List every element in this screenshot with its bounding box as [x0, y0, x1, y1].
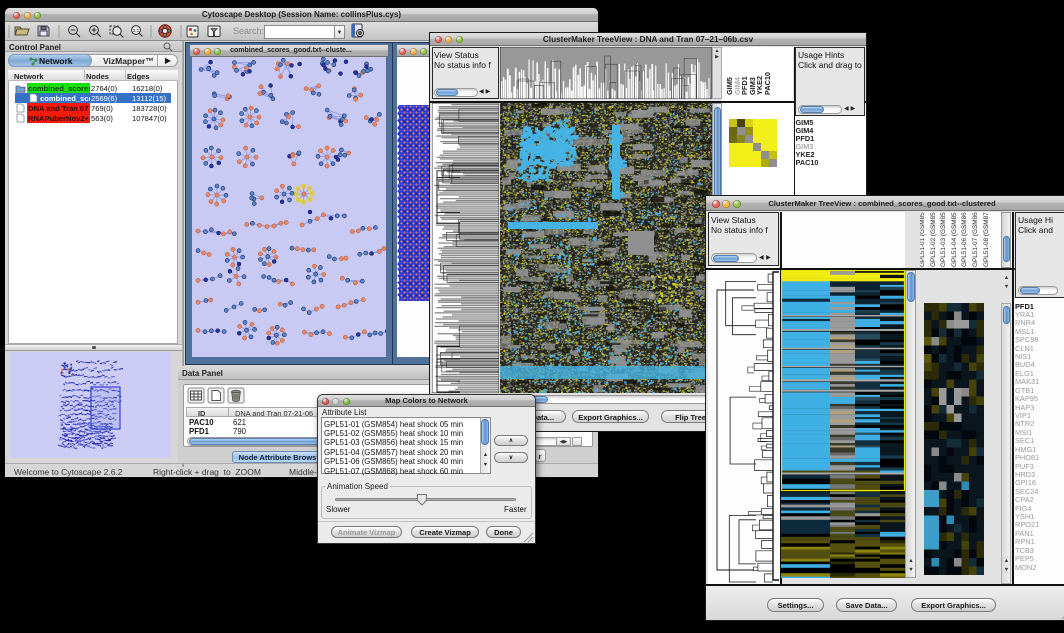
svg-text:1:1: 1:1: [133, 28, 140, 33]
